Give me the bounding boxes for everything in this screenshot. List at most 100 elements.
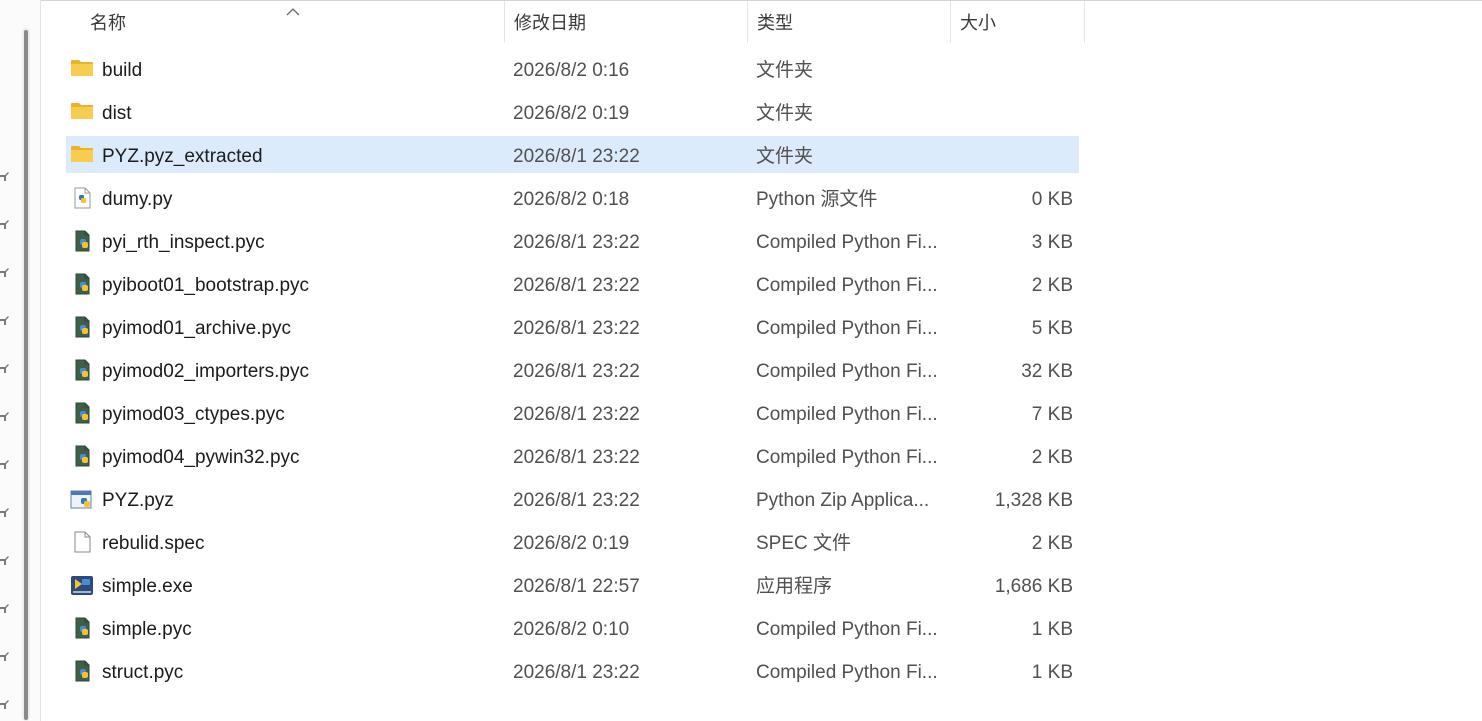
file-modified-date: 2026/8/1 23:22	[513, 146, 640, 167]
file-row[interactable]: pyimod03_ctypes.pyc 2026/8/1 23:22 Compile…	[66, 394, 1079, 431]
pin-icon[interactable]	[0, 652, 10, 664]
pin-icon[interactable]	[0, 172, 10, 184]
file-size: 1 KB	[1031, 662, 1073, 683]
file-type: Compiled Python Fi...	[756, 275, 938, 296]
pin-icon[interactable]	[0, 364, 10, 376]
file-row[interactable]: build 2026/8/2 0:16 文件夹	[66, 50, 1079, 87]
file-size	[946, 93, 1073, 130]
pin-icon[interactable]	[0, 220, 10, 232]
compiled-python-icon	[70, 273, 96, 295]
file-name: pyimod01_archive.pyc	[102, 318, 292, 339]
folder-icon	[70, 58, 96, 80]
file-type: Python 源文件	[756, 189, 878, 210]
pin-icon[interactable]	[0, 700, 10, 712]
python-source-icon	[70, 187, 96, 209]
file-size: 2 KB	[1031, 275, 1073, 296]
file-modified-date: 2026/8/2 0:16	[513, 60, 630, 81]
file-modified-date: 2026/8/2 0:10	[513, 619, 630, 640]
compiled-python-icon	[70, 660, 96, 682]
file-type: Compiled Python Fi...	[756, 447, 938, 468]
file-size: 3 KB	[1031, 232, 1073, 253]
column-header-bar: 名称 修改日期 类型 大小	[40, 1, 1085, 43]
pin-icon[interactable]	[0, 460, 10, 472]
file-row[interactable]: dumy.py 2026/8/2 0:18 Python 源文件 0 KB	[66, 179, 1079, 216]
file-modified-date: 2026/8/1 23:22	[513, 275, 640, 296]
file-row[interactable]: pyiboot01_bootstrap.pyc 2026/8/1 23:22 Com…	[66, 265, 1079, 302]
file-size: 5 KB	[1031, 318, 1073, 339]
file-modified-date: 2026/8/2 0:19	[513, 533, 630, 554]
file-modified-date: 2026/8/1 23:22	[513, 404, 640, 425]
compiled-python-icon	[70, 445, 96, 467]
pin-icon[interactable]	[0, 412, 10, 424]
file-type: 文件夹	[756, 103, 814, 124]
file-name: dumy.py	[102, 189, 173, 210]
file-name: rebulid.spec	[102, 533, 205, 554]
file-name: pyi_rth_inspect.pyc	[102, 232, 265, 253]
file-size	[946, 50, 1073, 87]
file-name: PYZ.pyz	[102, 490, 174, 511]
file-name: simple.exe	[102, 576, 193, 597]
file-size: 2 KB	[1031, 447, 1073, 468]
column-header-size[interactable]: 大小	[950, 1, 1084, 43]
compiled-python-icon	[70, 617, 96, 639]
file-type: Compiled Python Fi...	[756, 619, 938, 640]
file-modified-date: 2026/8/2 0:19	[513, 103, 630, 124]
file-row[interactable]: pyimod02_importers.pyc 2026/8/1 23:22 Comp…	[66, 351, 1079, 388]
file-name: pyimod02_importers.pyc	[102, 361, 309, 382]
pin-icon[interactable]	[0, 556, 10, 568]
file-row[interactable]: pyimod01_archive.pyc 2026/8/1 23:22 Compil…	[66, 308, 1079, 345]
file-row[interactable]: pyimod04_pywin32.pyc 2026/8/1 23:22 Compil…	[66, 437, 1079, 474]
pin-icon[interactable]	[0, 604, 10, 616]
file-size: 1,328 KB	[994, 490, 1073, 511]
file-type: Compiled Python Fi...	[756, 232, 938, 253]
file-row[interactable]: simple.exe 2026/8/1 22:57 应用程序 1,686 KB	[66, 566, 1079, 603]
file-row[interactable]: dist 2026/8/2 0:19 文件夹	[66, 93, 1079, 130]
file-modified-date: 2026/8/2 0:18	[513, 189, 630, 210]
pin-icon[interactable]	[0, 508, 10, 520]
file-type: Compiled Python Fi...	[756, 662, 938, 683]
python-zip-icon	[70, 488, 96, 510]
file-type: Compiled Python Fi...	[756, 404, 938, 425]
file-modified-date: 2026/8/1 22:57	[513, 576, 640, 597]
column-header-modified-label: 修改日期	[514, 13, 586, 33]
folder-icon	[70, 101, 96, 123]
file-type: 文件夹	[756, 60, 814, 81]
file-type: 文件夹	[756, 146, 814, 167]
file-name: simple.pyc	[102, 619, 192, 640]
pin-icon[interactable]	[0, 316, 10, 328]
file-modified-date: 2026/8/1 23:22	[513, 490, 640, 511]
file-modified-date: 2026/8/1 23:22	[513, 232, 640, 253]
file-name: pyimod04_pywin32.pyc	[102, 447, 300, 468]
file-name: PYZ.pyz_extracted	[102, 146, 263, 167]
column-header-size-label: 大小	[960, 13, 996, 33]
column-header-type-label: 类型	[757, 13, 793, 33]
file-name: struct.pyc	[102, 662, 184, 683]
compiled-python-icon	[70, 359, 96, 381]
file-row[interactable]: PYZ.pyz 2026/8/1 23:22 Python Zip Applica.…	[66, 480, 1079, 517]
file-modified-date: 2026/8/1 23:22	[513, 662, 640, 683]
file-row[interactable]: simple.pyc 2026/8/2 0:10 Compiled Python F…	[66, 609, 1079, 646]
file-name: build	[102, 60, 143, 81]
file-modified-date: 2026/8/1 23:22	[513, 447, 640, 468]
file-modified-date: 2026/8/1 23:22	[513, 361, 640, 382]
file-name: dist	[102, 103, 132, 124]
pin-icon[interactable]	[0, 268, 10, 280]
column-header-name-label: 名称	[90, 13, 126, 33]
file-row[interactable]: rebulid.spec 2026/8/2 0:19 SPEC 文件 2 KB	[66, 523, 1079, 560]
compiled-python-icon	[70, 230, 96, 252]
column-header-type[interactable]: 类型	[747, 1, 950, 43]
column-header-modified[interactable]: 修改日期	[504, 1, 747, 43]
file-type: SPEC 文件	[756, 533, 852, 554]
file-size	[946, 136, 1073, 173]
folder-icon	[70, 144, 96, 166]
file-type: 应用程序	[756, 576, 833, 597]
file-size: 32 KB	[1021, 361, 1073, 382]
blank-file-icon	[70, 531, 96, 553]
file-row[interactable]: pyi_rth_inspect.pyc 2026/8/1 23:22 Compile…	[66, 222, 1079, 259]
file-type: Compiled Python Fi...	[756, 318, 938, 339]
file-size: 1,686 KB	[994, 576, 1073, 597]
file-row[interactable]: PYZ.pyz_extracted 2026/8/1 23:22 文件夹	[66, 136, 1079, 173]
nav-scrollbar-thumb[interactable]	[24, 30, 28, 720]
column-divider[interactable]	[1084, 1, 1085, 43]
file-row[interactable]: struct.pyc 2026/8/1 23:22 Compiled Python …	[66, 652, 1079, 689]
